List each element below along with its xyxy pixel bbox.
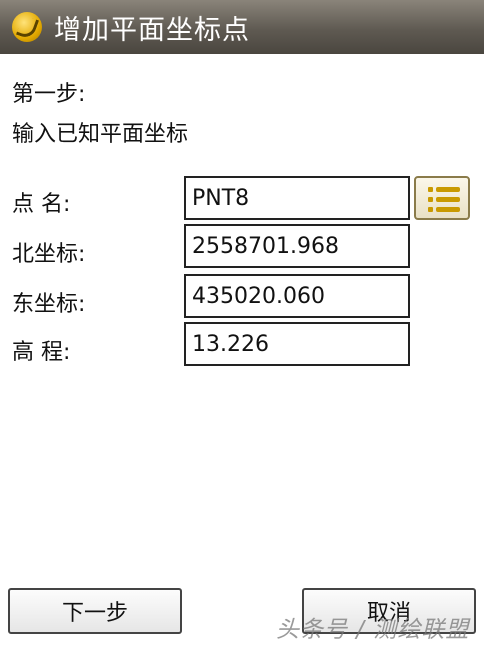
east-coordinate-input[interactable] — [184, 274, 410, 318]
point-name-label: 点 名: — [12, 192, 71, 217]
point-list-button[interactable] — [414, 176, 470, 220]
step-instruction: 输入已知平面坐标 — [12, 122, 189, 147]
north-coordinate-input[interactable] — [184, 224, 410, 268]
point-name-input[interactable] — [184, 176, 410, 220]
next-step-button[interactable]: 下一步 — [8, 588, 182, 634]
elevation-input[interactable] — [184, 322, 410, 366]
step-label: 第一步: — [12, 82, 86, 107]
watermark: 头条号 / 测绘联盟 — [276, 617, 470, 643]
app-logo-icon — [12, 12, 42, 42]
elevation-label: 高 程: — [12, 340, 71, 365]
list-icon — [428, 187, 460, 212]
title-bar: 增加平面坐标点 — [0, 0, 484, 54]
north-coordinate-label: 北坐标: — [12, 242, 86, 267]
east-coordinate-label: 东坐标: — [12, 292, 86, 317]
window-title: 增加平面坐标点 — [54, 14, 250, 46]
